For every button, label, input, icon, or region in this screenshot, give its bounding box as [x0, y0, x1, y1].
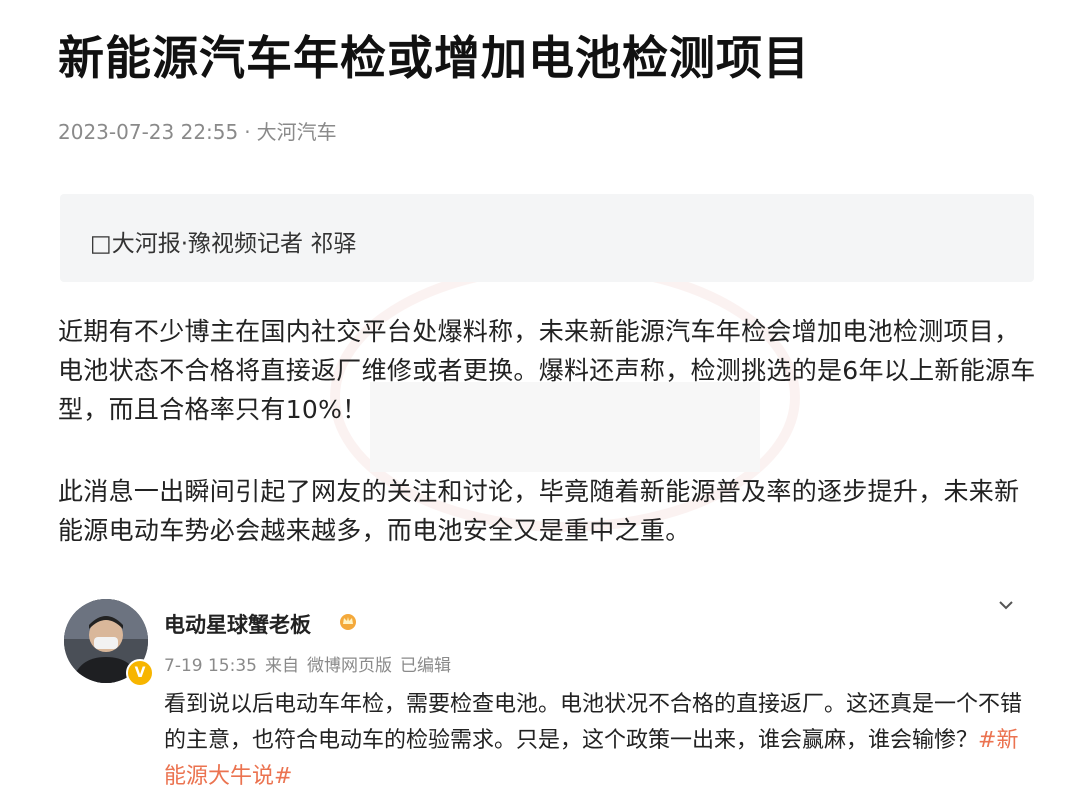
article-meta: 2023-07-23 22:55 · 大河汽车: [58, 116, 337, 145]
verified-v-icon: V: [126, 659, 154, 687]
byline-box: □大河报·豫视频记者 祁驿: [60, 194, 1034, 282]
article-source[interactable]: 大河汽车: [257, 120, 337, 144]
article-paragraph-2: 此消息一出瞬间引起了网友的关注和讨论，毕竟随着新能源普及率的逐步提升，未来新能源…: [58, 477, 1020, 545]
meta-separator: ·: [244, 120, 251, 144]
publish-date: 2023-07-23 22:55: [58, 120, 239, 144]
post-client[interactable]: 微博网页版: [307, 656, 392, 676]
byline: □大河报·豫视频记者 祁驿: [90, 231, 357, 257]
post-edited-label: 已编辑: [399, 656, 451, 676]
article-title: 新能源汽车年检或增加电池检测项目: [58, 31, 810, 85]
post-time[interactable]: 7-19 15:35: [164, 656, 257, 676]
embedded-weibo-post: V 电动星球蟹老板 7-19 15:35 来自 微博网页版 已编辑 看到说以后电动车年…: [40, 585, 1040, 801]
crown-icon: [340, 614, 356, 630]
weibo-post-meta: 7-19 15:35 来自 微博网页版 已编辑: [164, 651, 459, 676]
article-paragraph-1: 近期有不少博主在国内社交平台处爆料称，未来新能源汽车年检会增加电池检测项目，电池…: [58, 317, 1036, 424]
chevron-down-icon[interactable]: [996, 595, 1016, 615]
post-from-label: 来自: [264, 656, 299, 676]
weibo-post-text: 看到说以后电动车年检，需要检查电池。电池状况不合格的直接返厂。这还真是一个不错的…: [164, 687, 1030, 795]
weibo-post-body: 看到说以后电动车年检，需要检查电池。电池状况不合格的直接返厂。这还真是一个不错的…: [164, 692, 1023, 753]
weibo-user-name[interactable]: 电动星球蟹老板: [164, 609, 311, 639]
